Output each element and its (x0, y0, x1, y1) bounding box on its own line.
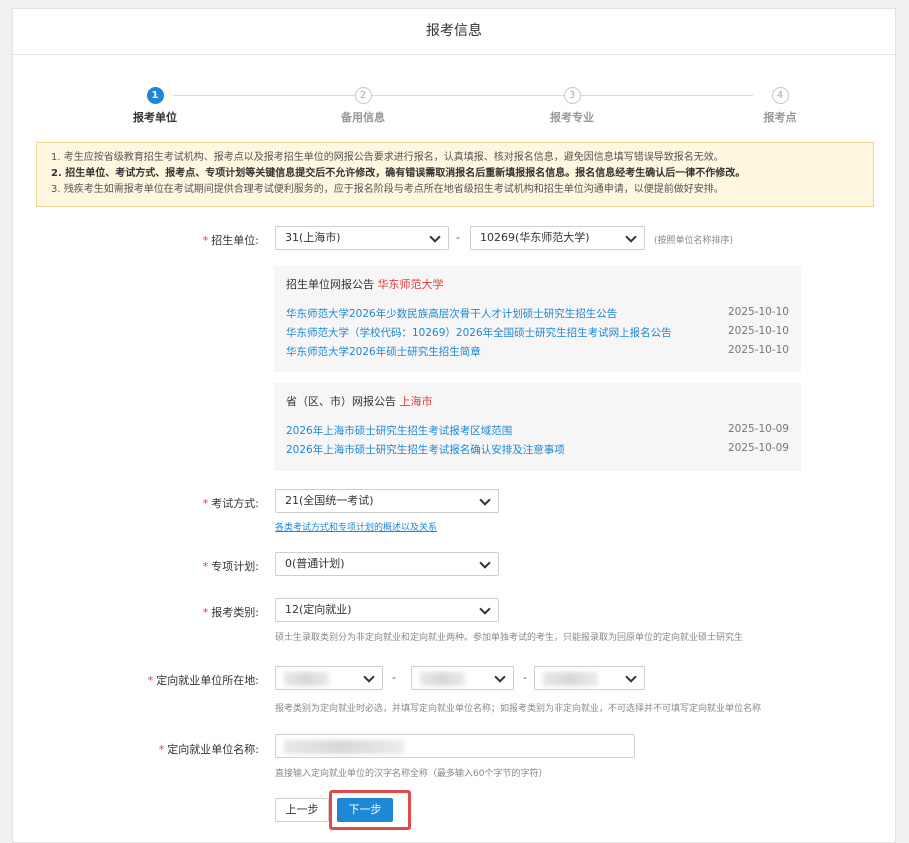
step-2-label: 备用信息 (341, 111, 385, 124)
notice-line-1: 1. 考生应按省级教育招生考试机构、报考点以及报考招生单位的网报公告要求进行报名… (51, 152, 724, 163)
redacted-value (543, 672, 598, 686)
dash: - (456, 231, 460, 244)
step-4-circle: 4 (771, 87, 789, 104)
registration-page: 报考信息 1 报考单位 2 备用信息 3 报考专业 4 报考点 1. 考生应按省… (12, 8, 896, 843)
location-province-select[interactable] (275, 666, 383, 690)
redacted-value (284, 672, 329, 686)
announcement-link[interactable]: 2026年上海市硕士研究生招生考试报考区域范围 (286, 425, 512, 437)
location-district-select[interactable] (534, 666, 645, 690)
chevron-down-icon (625, 231, 637, 243)
prev-step-button[interactable]: 上一步 (275, 798, 329, 822)
chevron-down-icon (429, 231, 441, 243)
chevron-down-icon (363, 671, 375, 683)
redacted-value (284, 740, 404, 754)
unit-province-select[interactable]: 31(上海市) (275, 226, 449, 250)
notice-box: 1. 考生应按省级教育招生考试机构、报考点以及报考招生单位的网报公告要求进行报名… (36, 142, 874, 207)
list-item: 2026年上海市硕士研究生招生考试报名确认安排及注意事项 2025-10-09 (286, 442, 789, 456)
chevron-down-icon (494, 671, 506, 683)
category-label: * 报考类别: (202, 606, 259, 619)
chevron-down-icon (479, 603, 491, 615)
exam-method-select[interactable]: 21(全国统一考试) (275, 489, 499, 513)
exam-method-help-link[interactable]: 各类考试方式和专项计划的概述以及关系 (275, 520, 437, 533)
stepper-line (173, 95, 753, 96)
step-2-circle: 2 (354, 87, 372, 104)
announcement-link[interactable]: 华东师范大学2026年少数民族高层次骨干人才计划硕士研究生招生公告 (286, 308, 617, 320)
step-3: 3 报考专业 (532, 87, 612, 125)
redacted-value (420, 672, 465, 686)
province-box-title: 省（区、市）网报公告 上海市 (286, 395, 433, 408)
step-4: 4 报考点 (740, 87, 820, 125)
announcement-link[interactable]: 2026年上海市硕士研究生招生考试报名确认安排及注意事项 (286, 444, 565, 456)
unit-name-input[interactable] (275, 734, 635, 758)
location-label: * 定向就业单位所在地: (147, 674, 259, 687)
step-4-label: 报考点 (763, 111, 797, 124)
unit-sort-hint: (按照单位名称排序) (654, 236, 734, 246)
step-1-label: 报考单位 (133, 111, 177, 124)
dash: - (392, 671, 396, 684)
step-3-label: 报考专业 (550, 111, 594, 124)
dash: - (523, 671, 527, 684)
location-hint: 报考类别为定向就业时必选，并填写定向就业单位名称；如报考类别为非定向就业，不可选… (275, 704, 762, 714)
category-hint: 硕士生录取类别分为非定向就业和定向就业两种。参加单独考试的考生，只能报录取为回原… (275, 633, 744, 643)
unit-label: * 招生单位: (202, 234, 259, 247)
list-item: 华东师范大学2026年少数民族高层次骨干人才计划硕士研究生招生公告 2025-10… (286, 306, 789, 320)
school-box-title: 招生单位网报公告 华东师范大学 (286, 278, 444, 291)
step-1: 1 报考单位 (115, 87, 195, 125)
step-3-circle: 3 (563, 87, 581, 104)
announcement-link[interactable]: 华东师范大学2026年硕士研究生招生简章 (286, 346, 481, 358)
announcement-link[interactable]: 华东师范大学（学校代码：10269）2026年全国硕士研究生招生考试网上报名公告 (286, 327, 672, 339)
special-plan-label: * 专项计划: (202, 560, 259, 573)
list-item: 华东师范大学（学校代码：10269）2026年全国硕士研究生招生考试网上报名公告… (286, 325, 789, 339)
chevron-down-icon (479, 557, 491, 569)
chevron-down-icon (625, 671, 637, 683)
unit-name-label: * 定向就业单位名称: (158, 743, 259, 756)
list-item: 华东师范大学2026年硕士研究生招生简章 2025-10-10 (286, 344, 789, 358)
notice-line-2: 2. 招生单位、考试方式、报考点、专项计划等关键信息提交后不允许修改，确有错误需… (51, 168, 746, 179)
province-announcement-box: 省（区、市）网报公告 上海市 2026年上海市硕士研究生招生考试报考区域范围 20… (274, 383, 801, 471)
unit-school-select[interactable]: 10269(华东师范大学) (470, 226, 645, 250)
school-announcement-box: 招生单位网报公告 华东师范大学 华东师范大学2026年少数民族高层次骨干人才计划… (274, 266, 801, 372)
special-plan-select[interactable]: 0(普通计划) (275, 552, 499, 576)
location-city-select[interactable] (411, 666, 514, 690)
page-title: 报考信息 (13, 9, 895, 55)
step-1-circle: 1 (146, 87, 164, 104)
unit-name-hint: 直接输入定向就业单位的汉字名称全称（最多输入60个字节的字符） (275, 769, 548, 779)
exam-method-label: * 考试方式: (202, 497, 259, 510)
progress-stepper: 1 报考单位 2 备用信息 3 报考专业 4 报考点 (123, 87, 803, 127)
category-select[interactable]: 12(定向就业) (275, 598, 499, 622)
step-2: 2 备用信息 (323, 87, 403, 125)
chevron-down-icon (479, 494, 491, 506)
list-item: 2026年上海市硕士研究生招生考试报考区域范围 2025-10-09 (286, 423, 789, 437)
notice-line-3: 3. 残疾考生如需报考单位在考试期间提供合理考试便利服务的，应于报名阶段与考点所… (51, 184, 724, 195)
next-step-button[interactable]: 下一步 (337, 798, 393, 822)
